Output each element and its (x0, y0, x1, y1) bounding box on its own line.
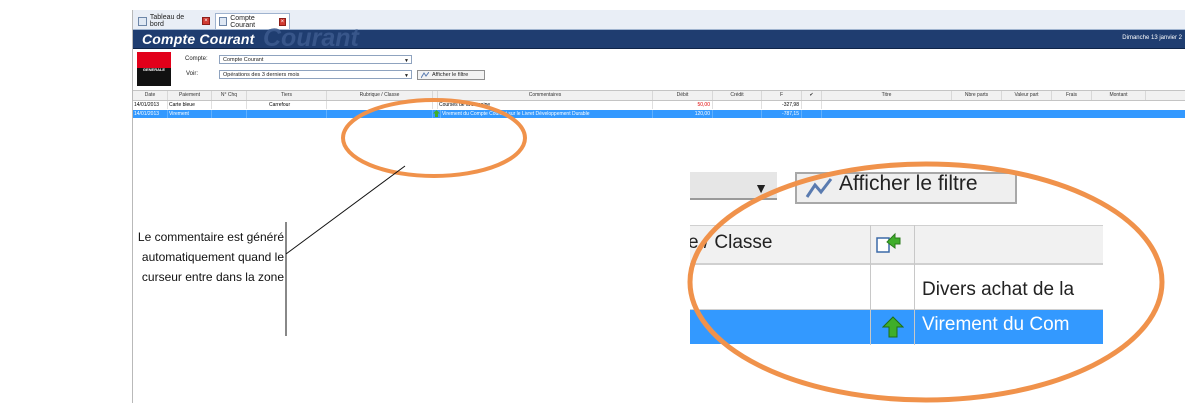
col-montant[interactable]: Montant (1092, 91, 1146, 100)
col-rubrique[interactable]: Rubrique / Classe (327, 91, 433, 100)
cell-commentaire[interactable]: Courses de la semaine (438, 101, 653, 109)
zoom-column-divider (870, 225, 871, 345)
close-icon[interactable]: × (202, 17, 210, 25)
compte-select[interactable]: Compte Courant ▼ (219, 55, 412, 64)
page-header: Courant Compte Courant Dimanche 13 janvi… (133, 24, 1185, 52)
compte-select-value: Compte Courant (223, 57, 264, 63)
afficher-filtre-button[interactable]: Afficher le filtre (417, 70, 485, 80)
tab-tableau-de-bord[interactable]: Tableau de bord × (135, 13, 213, 29)
col-tiers[interactable]: Tiers (247, 91, 327, 100)
cell-tiers (247, 110, 327, 118)
zoom-filter-label: Afficher le filtre (839, 172, 978, 195)
zoom-inset: ▼ Afficher le filtre e / Classe Divers a… (690, 172, 1103, 347)
compte-label: Compte: (185, 56, 208, 62)
page-title: Compte Courant (142, 31, 255, 47)
zoom-row-divider (690, 263, 1103, 264)
annotation-line: automatiquement quand le (141, 250, 284, 264)
col-commentaires[interactable]: Commentaires (438, 91, 653, 100)
zoom-select-edge: ▼ (690, 172, 777, 200)
current-date: Dimanche 13 janvier 2 (1122, 35, 1182, 41)
chevron-down-icon: ▼ (754, 180, 768, 196)
col-frais[interactable]: Frais (1052, 91, 1092, 100)
header-watermark: Courant (263, 24, 359, 52)
zoom-rubrique-header: e / Classe (690, 232, 773, 253)
cell-tiers: Carrefour (247, 101, 327, 109)
zoom-row1-comment: Divers achat de la (922, 279, 1075, 300)
annotation-line: Le commentaire est généré (137, 230, 284, 244)
col-numero-cheque[interactable]: N° Chq (212, 91, 247, 100)
cell-commentaire[interactable]: Virement du Compte Courant sur le Livret… (441, 110, 653, 118)
table-row[interactable]: 14/01/2013 Carte bleue Carrefour Courses… (133, 101, 1185, 109)
col-date[interactable]: Date (133, 91, 168, 100)
cell-date: 14/01/2013 (133, 101, 168, 109)
cell-debit: 120,00 (653, 110, 713, 118)
zoom-column-divider (914, 225, 915, 345)
cell-solde: -787,15 (762, 110, 802, 118)
table-header: Date Paiement N° Chq Tiers Rubrique / Cl… (133, 90, 1185, 101)
voir-select-value: Opérations des 3 derniers mois (223, 72, 300, 78)
col-paiement[interactable]: Paiement (168, 91, 212, 100)
cell-check[interactable] (802, 110, 822, 118)
col-valeur-part[interactable]: Valeur part (1002, 91, 1052, 100)
chevron-down-icon: ▼ (404, 58, 409, 64)
cell-check[interactable] (802, 101, 822, 109)
cell-credit (713, 110, 762, 118)
cell-cheque (212, 110, 247, 118)
col-debit[interactable]: Débit (653, 91, 713, 100)
chevron-down-icon: ▼ (404, 73, 409, 79)
cell-date: 14/01/2013 (133, 110, 168, 118)
dashboard-icon (138, 16, 147, 26)
filter-icon (421, 71, 429, 78)
cell-comment-icon (433, 110, 441, 118)
col-titre[interactable]: Titre (822, 91, 952, 100)
cell-paiement: Virement (168, 110, 212, 118)
zoom-filter-button: Afficher le filtre (795, 172, 1017, 204)
voir-label: Voir: (186, 71, 199, 77)
cell-rubrique[interactable] (327, 110, 433, 118)
cell-solde: -327,98 (762, 101, 802, 109)
table-row-selected[interactable]: 14/01/2013 Virement Virement du Compte C… (133, 110, 1185, 118)
col-check[interactable]: ✔ (802, 91, 822, 100)
zoom-row2-comment: Virement du Com (922, 314, 1070, 335)
cell-debit: 50,00 (653, 101, 713, 109)
cell-paiement: Carte bleue (168, 101, 212, 109)
col-credit[interactable]: Crédit (713, 91, 762, 100)
comment-copy-icon (876, 232, 901, 253)
bank-logo: GENERALE (137, 52, 171, 86)
tab-label: Tableau de bord (149, 14, 185, 28)
filter-icon (805, 178, 833, 198)
cell-rubrique[interactable] (327, 101, 433, 109)
logo-text: GENERALE (142, 67, 166, 72)
green-arrow-icon (882, 316, 904, 338)
col-nbre-parts[interactable]: Nbre parts (952, 91, 1002, 100)
annotation-line: curseur entre dans la zone (141, 270, 284, 284)
cell-cheque (212, 101, 247, 109)
col-f[interactable]: F (762, 91, 802, 100)
cell-credit (713, 101, 762, 109)
filter-button-label: Afficher le filtre (432, 72, 469, 78)
voir-select[interactable]: Opérations des 3 derniers mois ▼ (219, 70, 412, 79)
green-arrow-icon (433, 110, 440, 117)
account-icon (219, 17, 228, 26)
